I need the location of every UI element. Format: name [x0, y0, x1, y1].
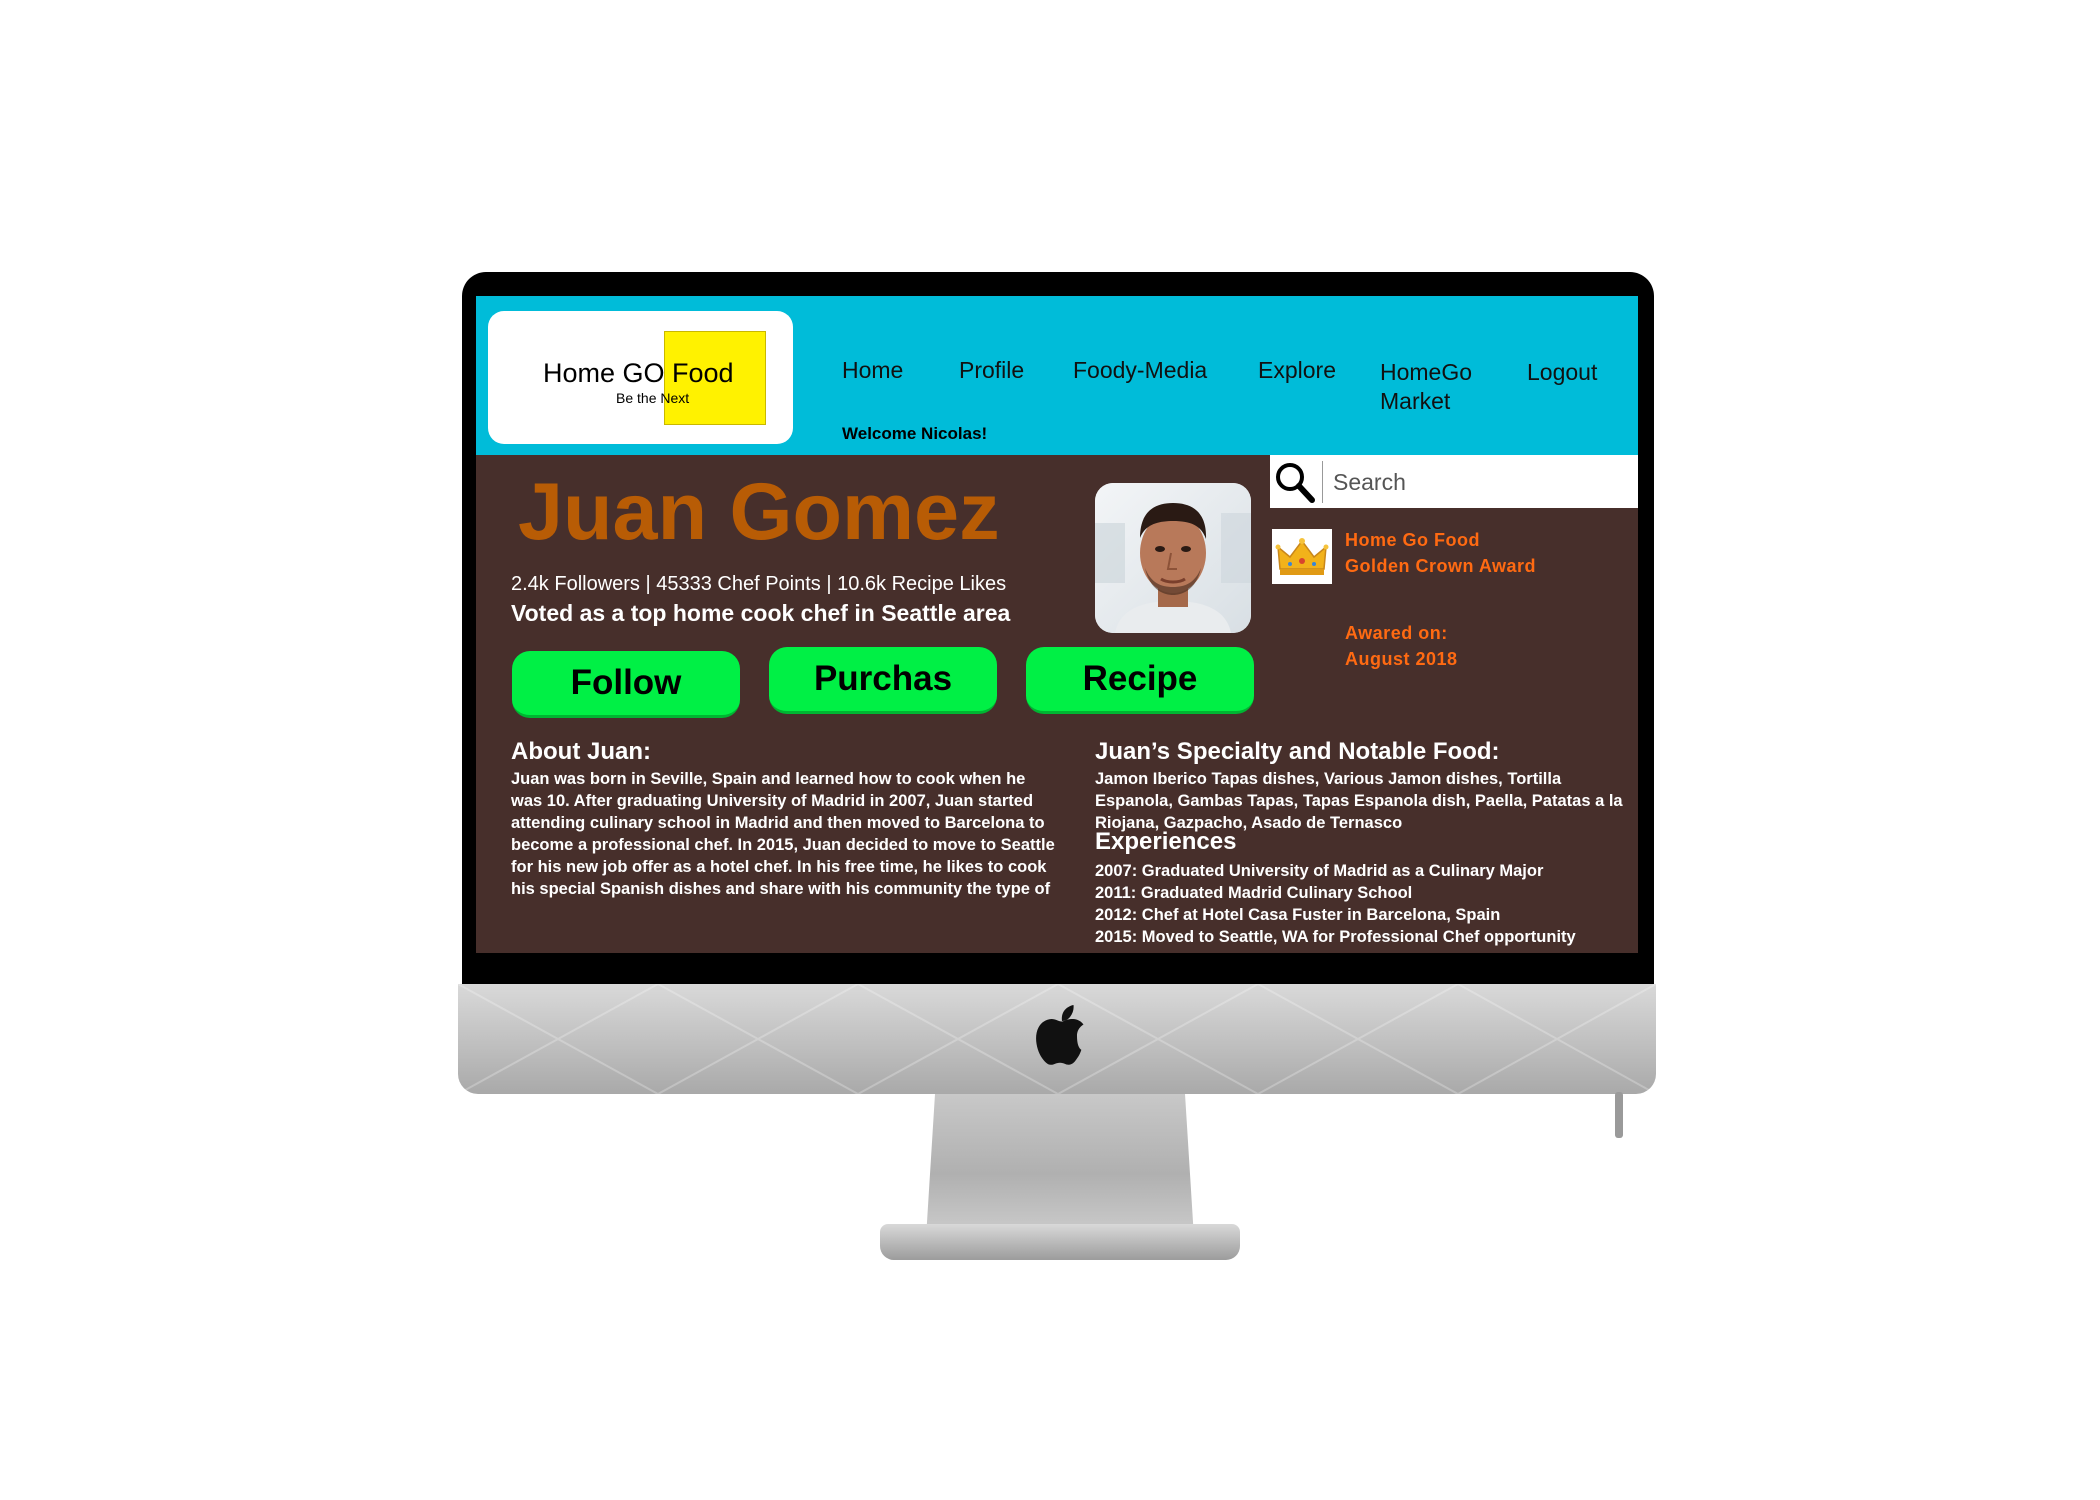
list-item: 2007: Graduated University of Madrid as … — [1095, 862, 1544, 880]
apple-logo-icon — [1036, 1005, 1084, 1065]
follow-button[interactable]: Follow — [512, 651, 740, 718]
search-icon[interactable] — [1270, 455, 1318, 508]
welcome-message: Welcome Nicolas! — [842, 424, 988, 443]
about-heading: About Juan: — [511, 738, 651, 765]
nav-logout[interactable]: Logout — [1527, 358, 1597, 387]
specialty-heading: Juan’s Specialty and Notable Food: — [1095, 738, 1500, 765]
logo-title: Home GO Food — [543, 358, 734, 388]
experiences-heading: Experiences — [1095, 828, 1237, 855]
list-item: 2011: Graduated Madrid Culinary School — [1095, 884, 1413, 902]
top-navigation-bar: Home GO Food Be the Next Home Profile Fo… — [476, 296, 1638, 455]
search-bar[interactable] — [1270, 455, 1638, 508]
chef-profile-panel: Juan Gomez 2.4k Followers | 45333 Chef P… — [476, 455, 1638, 953]
search-input[interactable] — [1322, 461, 1635, 503]
award-date: Awared on: August 2018 — [1345, 623, 1458, 669]
nav-homego-market[interactable]: HomeGo Market — [1380, 358, 1510, 416]
nav-profile[interactable]: Profile — [959, 356, 1024, 385]
screen: Home GO Food Be the Next Home Profile Fo… — [476, 296, 1638, 953]
about-text: Juan was born in Seville, Spain and lear… — [511, 770, 1055, 898]
logo-tagline: Be the Next — [616, 390, 690, 406]
chef-voted-text: Voted as a top home cook chef in Seattle… — [511, 600, 1011, 626]
purchase-button[interactable]: Purchas — [769, 647, 997, 714]
crown-icon — [1272, 529, 1332, 584]
nav-explore[interactable]: Explore — [1258, 356, 1336, 385]
monitor-stand-base — [880, 1224, 1240, 1260]
list-item: 2015: Moved to Seattle, WA for Professio… — [1095, 928, 1576, 946]
logo[interactable]: Home GO Food Be the Next — [488, 311, 793, 444]
recipe-button[interactable]: Recipe — [1026, 647, 1254, 714]
list-item: 2012: Chef at Hotel Casa Fuster in Barce… — [1095, 906, 1501, 924]
specialty-text: Jamon Iberico Tapas dishes, Various Jamo… — [1095, 770, 1623, 832]
chef-stats: 2.4k Followers | 45333 Chef Points | 10.… — [511, 573, 1007, 595]
chef-name: Juan Gomez — [518, 467, 1000, 557]
chef-avatar[interactable] — [1095, 483, 1251, 633]
nav-home[interactable]: Home — [842, 356, 903, 385]
experiences-list: 2007: Graduated University of Madrid as … — [1095, 860, 1638, 948]
nav-foody-media[interactable]: Foody-Media — [1073, 356, 1207, 385]
cable — [1615, 1092, 1623, 1138]
award-title: Home Go Food Golden Crown Award — [1345, 530, 1537, 576]
